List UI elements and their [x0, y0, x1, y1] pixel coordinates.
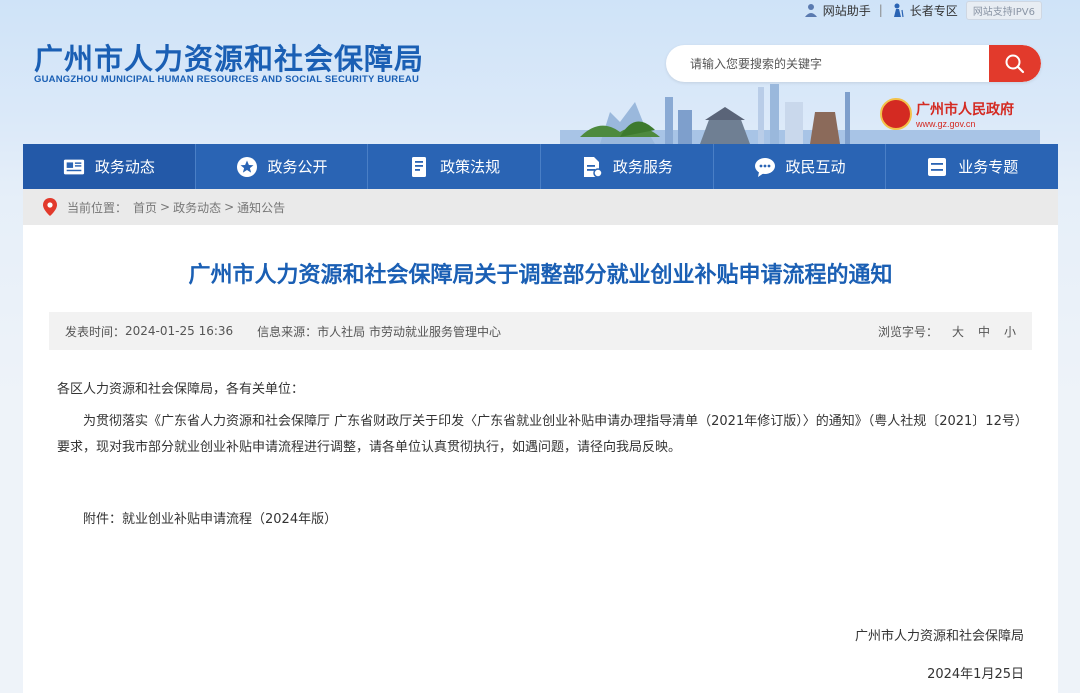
- article-paragraph: 为贯彻落实《广东省人力资源和社会保障厅 广东省财政厅关于印发〈广东省就业创业补贴…: [57, 414, 1022, 455]
- nav-label: 政务服务: [612, 158, 673, 176]
- breadcrumb-prefix: 当前位置：: [67, 200, 128, 215]
- publish-time-label: 发表时间：: [65, 324, 126, 339]
- attachment-link[interactable]: 附件：就业创业补贴申请流程（2024年版）: [57, 507, 1027, 533]
- elderly-icon: [893, 3, 904, 17]
- article-sign-date: 2024年1月25日: [927, 667, 1024, 682]
- main-nav: 政务动态 政务公开 政策法规 政务服务 政民互动 业务专题: [23, 144, 1058, 189]
- breadcrumb: 当前位置： 首页 > 政务动态 > 通知公告: [23, 189, 1058, 225]
- chat-icon: [754, 156, 776, 178]
- site-subtitle: GUANGZHOU MUNICIPAL HUMAN RESOURCES AND …: [34, 74, 420, 85]
- gov-url: www.gz.gov.cn: [916, 119, 976, 129]
- nav-label: 业务专题: [958, 158, 1019, 176]
- user-icon: [804, 4, 817, 17]
- search-button[interactable]: [989, 45, 1041, 82]
- ipv6-badge: 网站支持IPV6: [965, 0, 1042, 20]
- breadcrumb-section-link[interactable]: 政务动态: [173, 199, 221, 216]
- breadcrumb-separator: >: [160, 200, 171, 214]
- topbar-separator: |: [878, 3, 883, 17]
- elderly-zone-label: 长者专区: [909, 3, 958, 18]
- site-title[interactable]: 广州市人力资源和社会保障局: [34, 36, 424, 78]
- article-title: 广州市人力资源和社会保障局关于调整部分就业创业补贴申请流程的通知: [188, 263, 893, 288]
- site-assistant-label: 网站助手: [822, 3, 871, 18]
- nav-item-services[interactable]: 政务服务: [541, 144, 714, 189]
- government-emblem-icon: [880, 98, 912, 130]
- font-size-medium-button[interactable]: 中: [978, 323, 990, 340]
- star-icon: [236, 156, 258, 178]
- site-assistant-link[interactable]: 网站助手: [804, 2, 871, 19]
- font-size-large-button[interactable]: 大: [952, 323, 964, 340]
- article-meta-bar: 发表时间： 2024-01-25 16:36 信息来源： 市人社局 市劳动就业服…: [49, 312, 1032, 350]
- gz-government-link[interactable]: 广州市人民政府 www.gz.gov.cn: [880, 98, 1014, 130]
- nav-label: 政策法规: [440, 158, 501, 176]
- search-box: [666, 45, 1041, 82]
- search-input[interactable]: [666, 45, 989, 82]
- article-greeting: 各区人力资源和社会保障局，各有关单位：: [57, 382, 305, 397]
- source-value: 市人社局 市劳动就业服务管理中心: [317, 324, 501, 339]
- book-icon: [408, 156, 430, 178]
- elderly-zone-link[interactable]: 长者专区: [891, 2, 958, 19]
- gov-name: 广州市人民政府: [916, 102, 1014, 118]
- nav-item-policies[interactable]: 政策法规: [368, 144, 542, 189]
- source-label: 信息来源：: [257, 324, 318, 339]
- location-pin-icon: [43, 198, 57, 216]
- list-icon: [926, 156, 948, 178]
- article-signer: 广州市人力资源和社会保障局: [854, 629, 1024, 644]
- nav-item-government-affairs[interactable]: 政务公开: [196, 144, 369, 189]
- search-icon: [1005, 54, 1025, 73]
- nav-item-interaction[interactable]: 政民互动: [714, 144, 887, 189]
- publish-time-value: 2024-01-25 16:36: [125, 324, 234, 338]
- breadcrumb-separator: >: [224, 200, 235, 214]
- document-icon: [581, 156, 603, 178]
- nav-label: 政民互动: [785, 158, 846, 176]
- article-body: 各区人力资源和社会保障局，各有关单位： 为贯彻落实《广东省人力资源和社会保障厅 …: [57, 377, 1027, 533]
- nav-item-topics[interactable]: 业务专题: [886, 144, 1058, 189]
- font-size-small-button[interactable]: 小: [1004, 323, 1016, 340]
- top-utility-bar: 网站助手 | 长者专区 网站支持IPV6: [804, 0, 1042, 20]
- breadcrumb-home-link[interactable]: 首页: [133, 199, 157, 216]
- nav-label: 政务动态: [94, 158, 155, 176]
- nav-label: 政务公开: [267, 158, 328, 176]
- article-container: 广州市人力资源和社会保障局关于调整部分就业创业补贴申请流程的通知 发表时间： 2…: [23, 225, 1058, 693]
- font-size-label: 浏览字号：: [877, 324, 938, 339]
- breadcrumb-current-link[interactable]: 通知公告: [237, 199, 285, 216]
- newspaper-icon: [63, 156, 85, 178]
- nav-item-government-news[interactable]: 政务动态: [23, 144, 196, 189]
